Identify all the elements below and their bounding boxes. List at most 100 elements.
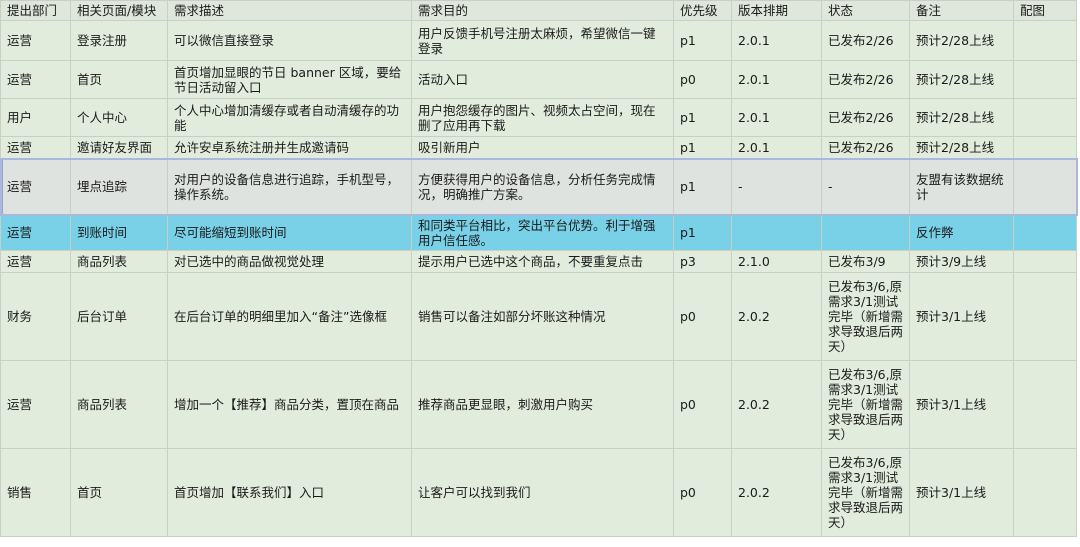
cell-version[interactable]: 2.0.2 (731, 272, 822, 361)
cell-priority[interactable]: p0 (673, 60, 732, 99)
cell-page[interactable]: 邀请好友界面 (70, 136, 168, 159)
cell-page[interactable]: 登录注册 (70, 20, 168, 61)
cell-desc[interactable]: 可以微信直接登录 (167, 20, 412, 61)
cell-page[interactable]: 埋点追踪 (70, 158, 168, 215)
table-row-highlighted[interactable]: 运营 到账时间 尽可能缩短到账时间 和同类平台相比，突出平台优势。利于增强用户信… (0, 214, 1077, 251)
cell-note[interactable]: 预计3/1上线 (909, 360, 1014, 449)
cell-version[interactable]: 2.0.2 (731, 360, 822, 449)
cell-status[interactable] (821, 214, 910, 251)
cell-version[interactable]: 2.0.1 (731, 98, 822, 137)
cell-note[interactable]: 反作弊 (909, 214, 1014, 251)
column-header-desc[interactable]: 需求描述 (167, 0, 412, 21)
column-header-dept[interactable]: 提出部门 (0, 0, 71, 21)
cell-note[interactable]: 预计2/28上线 (909, 60, 1014, 99)
cell-desc[interactable]: 首页增加【联系我们】入口 (167, 448, 412, 537)
cell-page[interactable]: 商品列表 (70, 250, 168, 273)
cell-version[interactable] (731, 214, 822, 251)
cell-purpose[interactable]: 用户反馈手机号注册太麻烦，希望微信一键登录 (411, 20, 674, 61)
column-header-image[interactable]: 配图 (1013, 0, 1077, 21)
cell-desc[interactable]: 个人中心增加清缓存或者自动清缓存的功能 (167, 98, 412, 137)
cell-status[interactable]: 已发布2/26 (821, 60, 910, 99)
cell-version[interactable]: - (731, 158, 822, 215)
cell-note[interactable]: 预计2/28上线 (909, 136, 1014, 159)
cell-purpose[interactable]: 用户抱怨缓存的图片、视频太占空间，现在删了应用再下载 (411, 98, 674, 137)
cell-dept[interactable]: 运营 (0, 60, 71, 99)
cell-dept[interactable]: 运营 (0, 136, 71, 159)
cell-status[interactable]: 已发布3/6,原需求3/1测试完毕（新增需求导致退后两天） (821, 272, 910, 361)
cell-dept[interactable]: 运营 (0, 20, 71, 61)
cell-desc[interactable]: 允许安卓系统注册并生成邀请码 (167, 136, 412, 159)
cell-status[interactable]: 已发布3/6,原需求3/1测试完毕（新增需求导致退后两天） (821, 448, 910, 537)
cell-status[interactable]: 已发布2/26 (821, 136, 910, 159)
cell-status[interactable]: 已发布2/26 (821, 20, 910, 61)
cell-status[interactable]: 已发布3/9 (821, 250, 910, 273)
column-header-note[interactable]: 备注 (909, 0, 1014, 21)
cell-desc[interactable]: 尽可能缩短到账时间 (167, 214, 412, 251)
cell-page[interactable]: 个人中心 (70, 98, 168, 137)
cell-version[interactable]: 2.1.0 (731, 250, 822, 273)
cell-priority[interactable]: p1 (673, 214, 732, 251)
cell-page[interactable]: 商品列表 (70, 360, 168, 449)
cell-dept[interactable]: 运营 (0, 250, 71, 273)
cell-note[interactable]: 预计2/28上线 (909, 98, 1014, 137)
cell-note[interactable]: 预计3/1上线 (909, 272, 1014, 361)
cell-purpose[interactable]: 让客户可以找到我们 (411, 448, 674, 537)
cell-desc[interactable]: 增加一个【推荐】商品分类，置顶在商品 (167, 360, 412, 449)
cell-status[interactable]: 已发布3/6,原需求3/1测试完毕（新增需求导致退后两天） (821, 360, 910, 449)
cell-priority[interactable]: p1 (673, 20, 732, 61)
cell-image[interactable] (1013, 214, 1077, 251)
cell-priority[interactable]: p1 (673, 158, 732, 215)
cell-priority[interactable]: p0 (673, 272, 732, 361)
cell-version[interactable]: 2.0.2 (731, 448, 822, 537)
cell-image[interactable] (1013, 20, 1077, 61)
cell-image[interactable] (1013, 98, 1077, 137)
column-header-version[interactable]: 版本排期 (731, 0, 822, 21)
cell-version[interactable]: 2.0.1 (731, 20, 822, 61)
cell-image[interactable] (1013, 250, 1077, 273)
cell-page[interactable]: 首页 (70, 448, 168, 537)
cell-image[interactable] (1013, 158, 1077, 215)
table-row-selected[interactable]: 运营 埋点追踪 对用户的设备信息进行追踪，手机型号，操作系统。 方便获得用户的设… (0, 157, 1078, 216)
cell-dept[interactable]: 财务 (0, 272, 71, 361)
cell-note[interactable]: 友盟有该数据统计 (909, 158, 1014, 215)
cell-purpose[interactable]: 销售可以备注如部分坏账这种情况 (411, 272, 674, 361)
cell-desc[interactable]: 在后台订单的明细里加入“备注”选像框 (167, 272, 412, 361)
cell-version[interactable]: 2.0.1 (731, 136, 822, 159)
cell-purpose[interactable]: 推荐商品更显眼，刺激用户购买 (411, 360, 674, 449)
cell-note[interactable]: 预计3/1上线 (909, 448, 1014, 537)
cell-dept[interactable]: 销售 (0, 448, 71, 537)
column-header-priority[interactable]: 优先级 (673, 0, 732, 21)
cell-dept[interactable]: 运营 (0, 214, 71, 251)
cell-note[interactable]: 预计2/28上线 (909, 20, 1014, 61)
cell-priority[interactable]: p0 (673, 360, 732, 449)
cell-version[interactable]: 2.0.1 (731, 60, 822, 99)
cell-image[interactable] (1013, 60, 1077, 99)
cell-purpose[interactable]: 和同类平台相比，突出平台优势。利于增强用户信任感。 (411, 214, 674, 251)
cell-desc[interactable]: 对已选中的商品做视觉处理 (167, 250, 412, 273)
cell-desc[interactable]: 首页增加显眼的节日 banner 区域，要给节日活动留入口 (167, 60, 412, 99)
cell-note[interactable]: 预计3/9上线 (909, 250, 1014, 273)
cell-image[interactable] (1013, 272, 1077, 361)
cell-status[interactable]: - (821, 158, 910, 215)
cell-purpose[interactable]: 提示用户已选中这个商品，不要重复点击 (411, 250, 674, 273)
cell-dept[interactable]: 运营 (0, 360, 71, 449)
cell-dept[interactable]: 用户 (0, 98, 71, 137)
cell-status[interactable]: 已发布2/26 (821, 98, 910, 137)
cell-page[interactable]: 首页 (70, 60, 168, 99)
cell-page[interactable]: 后台订单 (70, 272, 168, 361)
cell-priority[interactable]: p1 (673, 98, 732, 137)
cell-image[interactable] (1013, 136, 1077, 159)
column-header-page[interactable]: 相关页面/模块 (70, 0, 168, 21)
cell-dept[interactable]: 运营 (0, 158, 71, 215)
cell-desc[interactable]: 对用户的设备信息进行追踪，手机型号，操作系统。 (167, 158, 412, 215)
column-header-purpose[interactable]: 需求目的 (411, 0, 674, 21)
cell-priority[interactable]: p1 (673, 136, 732, 159)
cell-purpose[interactable]: 活动入口 (411, 60, 674, 99)
cell-purpose[interactable]: 方便获得用户的设备信息，分析任务完成情况，明确推广方案。 (411, 158, 674, 215)
cell-page[interactable]: 到账时间 (70, 214, 168, 251)
column-header-status[interactable]: 状态 (821, 0, 910, 21)
cell-priority[interactable]: p3 (673, 250, 732, 273)
cell-image[interactable] (1013, 448, 1077, 537)
cell-purpose[interactable]: 吸引新用户 (411, 136, 674, 159)
cell-image[interactable] (1013, 360, 1077, 449)
